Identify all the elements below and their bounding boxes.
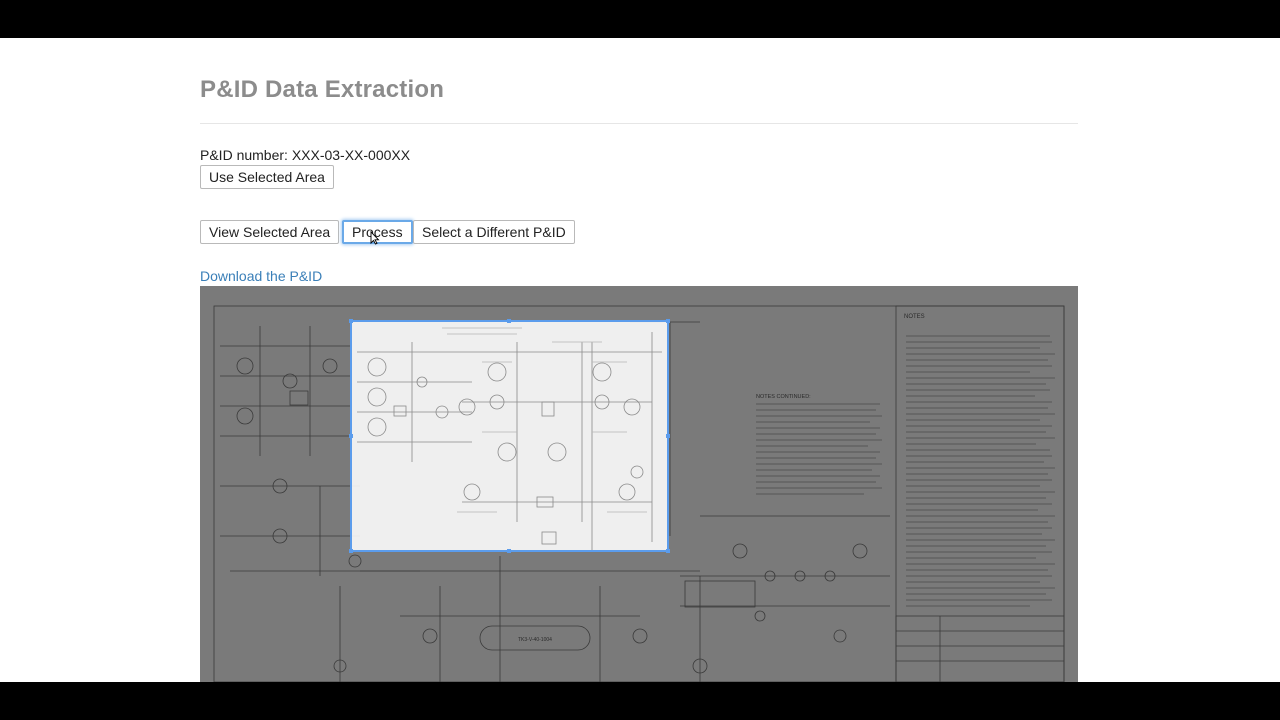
title-divider [200, 123, 1078, 124]
resize-handle-top-left[interactable] [349, 319, 353, 323]
select-different-pid-button[interactable]: Select a Different P&ID [413, 220, 575, 244]
pid-number-label: P&ID number: XXX-03-XX-000XX [200, 147, 411, 163]
download-pid-link[interactable]: Download the P&ID [200, 268, 322, 284]
resize-handle-left[interactable] [349, 434, 353, 438]
mouse-cursor-icon [370, 231, 380, 245]
selected-area-content [357, 327, 662, 550]
pid-drawing-viewer[interactable]: NOTES NOTES CONTINUED: TK3-V-40-1004 [200, 286, 1078, 682]
resize-handle-top[interactable] [507, 319, 511, 323]
vessel-tag: TK3-V-40-1004 [518, 637, 552, 643]
video-letterbox-bottom [0, 682, 1280, 720]
resize-handle-top-right[interactable] [666, 319, 670, 323]
resize-handle-bottom-left[interactable] [349, 549, 353, 553]
notes-continued-heading: NOTES CONTINUED: [756, 394, 811, 400]
resize-handle-right[interactable] [666, 434, 670, 438]
resize-handle-bottom[interactable] [507, 549, 511, 553]
page-title: P&ID Data Extraction [200, 76, 445, 103]
resize-handle-bottom-right[interactable] [666, 549, 670, 553]
video-letterbox-top [0, 0, 1280, 38]
notes-heading: NOTES [904, 314, 925, 320]
app-page: P&ID Data Extraction P&ID number: XXX-03… [0, 38, 1280, 682]
view-selected-area-button[interactable]: View Selected Area [200, 220, 340, 244]
selected-area-box[interactable] [349, 319, 670, 553]
use-selected-area-button[interactable]: Use Selected Area [200, 165, 334, 189]
